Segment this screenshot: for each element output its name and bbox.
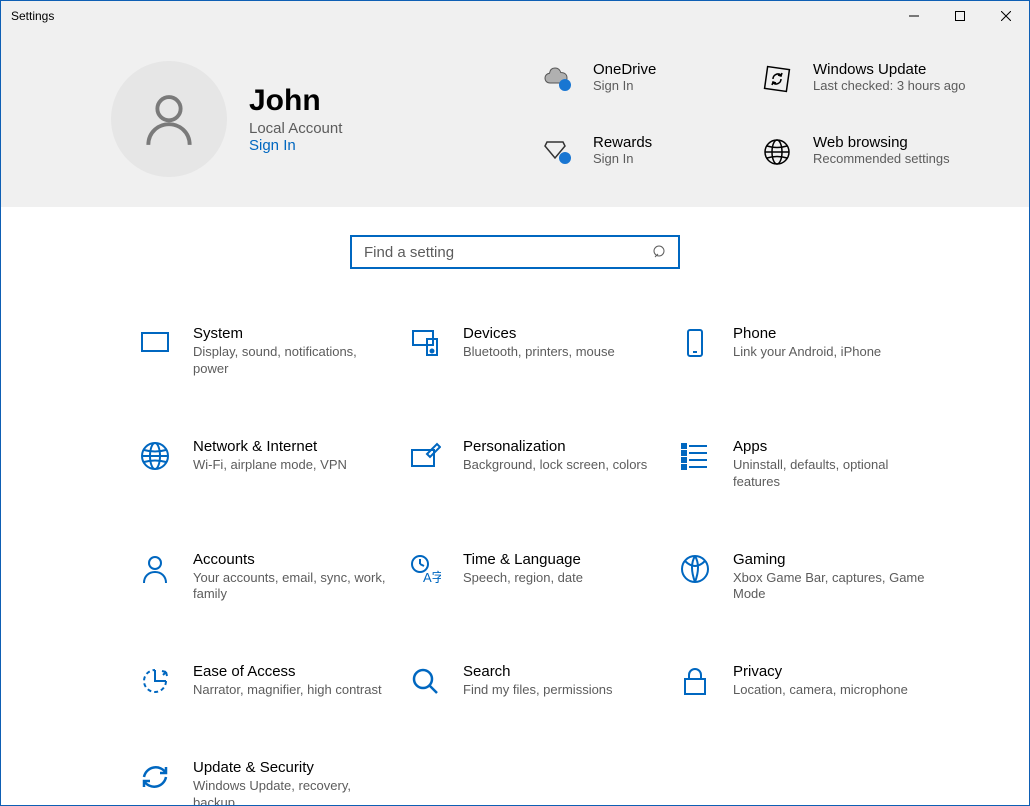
minimize-button[interactable] xyxy=(891,1,937,31)
category-sub: Uninstall, defaults, optional features xyxy=(733,457,927,491)
status-windows-update[interactable]: Windows Update Last checked: 3 hours ago xyxy=(759,61,969,104)
search-box[interactable] xyxy=(350,235,680,269)
category-title: Apps xyxy=(733,438,927,455)
user-block: John Local Account Sign In xyxy=(111,61,342,177)
gaming-icon xyxy=(677,551,713,587)
status-onedrive[interactable]: OneDrive Sign In xyxy=(539,61,749,104)
svg-text:A字: A字 xyxy=(423,570,441,585)
category-sub: Location, camera, microphone xyxy=(733,682,908,699)
status-web-browsing[interactable]: Web browsing Recommended settings xyxy=(759,134,969,177)
close-button[interactable] xyxy=(983,1,1029,31)
category-title: Devices xyxy=(463,325,615,342)
window-title: Settings xyxy=(11,9,54,23)
status-tiles: OneDrive Sign In Windows Update xyxy=(539,61,969,177)
category-title: Time & Language xyxy=(463,551,583,568)
account-type: Local Account xyxy=(249,120,342,137)
category-sub: Bluetooth, printers, mouse xyxy=(463,344,615,361)
update-icon xyxy=(759,61,795,97)
accounts-icon xyxy=(137,551,173,587)
category-title: Update & Security xyxy=(193,759,387,776)
category-devices[interactable]: Devices Bluetooth, printers, mouse xyxy=(407,325,657,378)
window-controls xyxy=(891,1,1029,31)
category-update-security[interactable]: Update & Security Windows Update, recove… xyxy=(137,759,387,806)
search-input[interactable] xyxy=(362,243,652,262)
status-title: Web browsing xyxy=(813,134,950,151)
title-bar: Settings xyxy=(1,1,1029,31)
category-sub: Xbox Game Bar, captures, Game Mode xyxy=(733,570,927,604)
status-sub: Recommended settings xyxy=(813,151,950,168)
search-icon xyxy=(407,663,443,699)
globe-icon xyxy=(137,438,173,474)
phone-icon xyxy=(677,325,713,361)
search-wrap xyxy=(1,235,1029,269)
status-sub: Sign In xyxy=(593,151,652,168)
category-title: Search xyxy=(463,663,613,680)
status-rewards[interactable]: Rewards Sign In xyxy=(539,134,749,177)
status-sub: Sign In xyxy=(593,78,656,95)
personalization-icon xyxy=(407,438,443,474)
category-ease-of-access[interactable]: Ease of Access Narrator, magnifier, high… xyxy=(137,663,387,699)
category-system[interactable]: System Display, sound, notifications, po… xyxy=(137,325,387,378)
category-title: Gaming xyxy=(733,551,927,568)
devices-icon xyxy=(407,325,443,361)
ease-of-access-icon xyxy=(137,663,173,699)
category-title: Ease of Access xyxy=(193,663,382,680)
status-sub: Last checked: 3 hours ago xyxy=(813,78,966,95)
privacy-icon xyxy=(677,663,713,699)
category-title: Privacy xyxy=(733,663,908,680)
category-title: Accounts xyxy=(193,551,387,568)
avatar xyxy=(111,61,227,177)
category-sub: Link your Android, iPhone xyxy=(733,344,881,361)
category-time-language[interactable]: A字 Time & Language Speech, region, date xyxy=(407,551,657,604)
settings-window: Settings John Local Account xyxy=(0,0,1030,806)
category-network[interactable]: Network & Internet Wi-Fi, airplane mode,… xyxy=(137,438,387,491)
search-icon xyxy=(652,244,668,260)
category-title: Network & Internet xyxy=(193,438,347,455)
cloud-icon xyxy=(539,61,575,97)
user-name: John xyxy=(249,84,342,118)
categories-grid: System Display, sound, notifications, po… xyxy=(1,269,1029,806)
category-sub: Windows Update, recovery, backup xyxy=(193,778,387,806)
category-title: System xyxy=(193,325,387,342)
category-sub: Background, lock screen, colors xyxy=(463,457,647,474)
status-title: Rewards xyxy=(593,134,652,151)
header-area: John Local Account Sign In OneDrive Sign… xyxy=(1,31,1029,207)
user-info: John Local Account Sign In xyxy=(249,84,342,154)
signin-link[interactable]: Sign In xyxy=(249,137,342,154)
category-sub: Your accounts, email, sync, work, family xyxy=(193,570,387,604)
status-title: OneDrive xyxy=(593,61,656,78)
update-security-icon xyxy=(137,759,173,795)
globe-icon xyxy=(759,134,795,170)
category-title: Phone xyxy=(733,325,881,342)
category-sub: Find my files, permissions xyxy=(463,682,613,699)
category-accounts[interactable]: Accounts Your accounts, email, sync, wor… xyxy=(137,551,387,604)
rewards-icon xyxy=(539,134,575,170)
category-apps[interactable]: Apps Uninstall, defaults, optional featu… xyxy=(677,438,927,491)
category-sub: Display, sound, notifications, power xyxy=(193,344,387,378)
category-privacy[interactable]: Privacy Location, camera, microphone xyxy=(677,663,927,699)
category-sub: Wi-Fi, airplane mode, VPN xyxy=(193,457,347,474)
category-personalization[interactable]: Personalization Background, lock screen,… xyxy=(407,438,657,491)
category-sub: Narrator, magnifier, high contrast xyxy=(193,682,382,699)
category-search[interactable]: Search Find my files, permissions xyxy=(407,663,657,699)
category-gaming[interactable]: Gaming Xbox Game Bar, captures, Game Mod… xyxy=(677,551,927,604)
system-icon xyxy=(137,325,173,361)
category-sub: Speech, region, date xyxy=(463,570,583,587)
status-title: Windows Update xyxy=(813,61,966,78)
apps-icon xyxy=(677,438,713,474)
maximize-button[interactable] xyxy=(937,1,983,31)
category-phone[interactable]: Phone Link your Android, iPhone xyxy=(677,325,927,378)
category-title: Personalization xyxy=(463,438,647,455)
time-language-icon: A字 xyxy=(407,551,443,587)
